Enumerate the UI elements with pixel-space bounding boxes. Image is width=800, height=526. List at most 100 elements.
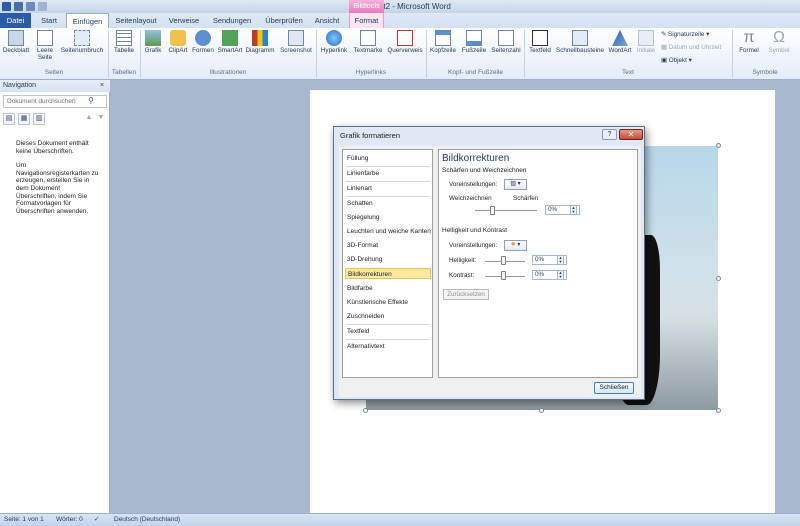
page-count[interactable]: Seite: 1 von 1 bbox=[4, 514, 44, 526]
globe-icon bbox=[326, 30, 342, 46]
navigation-title: Navigation bbox=[0, 80, 110, 92]
seitenzahl-button[interactable]: Seitenzahl bbox=[489, 30, 523, 54]
pages-view-icon[interactable]: ▦ bbox=[18, 113, 30, 125]
querverweis-button[interactable]: Querverweis bbox=[385, 30, 425, 54]
category-item[interactable]: Bildfarbe bbox=[347, 283, 373, 294]
category-item-selected[interactable]: Bildkorrekturen bbox=[345, 268, 431, 279]
group-hyperlinks: Hyperlinks bbox=[355, 69, 387, 76]
resize-handle[interactable] bbox=[539, 408, 544, 413]
category-item[interactable]: Linienfarbe bbox=[347, 168, 379, 179]
category-item[interactable]: Textfeld bbox=[347, 326, 369, 337]
presets-label: Voreinstellungen: bbox=[449, 181, 498, 188]
tab-datei[interactable]: Datei bbox=[0, 13, 31, 28]
contrast-slider[interactable] bbox=[501, 271, 506, 280]
quickparts-icon bbox=[572, 30, 588, 46]
datum-uhrzeit-button[interactable]: ▦ Datum und Uhrzeit bbox=[661, 44, 721, 51]
contrast-label: Kontrast: bbox=[449, 272, 475, 279]
schnellbausteine-button[interactable]: Schnellbausteine bbox=[555, 30, 605, 54]
seitenumbruch-button[interactable]: Seitenumbruch bbox=[58, 30, 106, 54]
category-item[interactable]: Künstlerische Effekte bbox=[347, 297, 408, 308]
chevron-down-icon: ▾ bbox=[517, 181, 521, 187]
tab-format[interactable]: Format bbox=[349, 13, 384, 28]
group-separator bbox=[426, 30, 427, 78]
tab-seitenlayout[interactable]: Seitenlayout bbox=[112, 13, 160, 28]
deckblatt-button[interactable]: Deckblatt bbox=[2, 30, 30, 54]
diagramm-button[interactable]: Diagramm bbox=[244, 30, 276, 54]
resize-handle[interactable] bbox=[363, 408, 368, 413]
tab-sendungen[interactable]: Sendungen bbox=[208, 13, 256, 28]
grafik-button[interactable]: Grafik bbox=[142, 30, 164, 54]
previous-arrow-icon[interactable]: ▲ bbox=[83, 113, 95, 125]
divider bbox=[346, 181, 430, 182]
omega-icon: Ω bbox=[773, 30, 785, 46]
language-status[interactable]: Deutsch (Deutschland) bbox=[114, 514, 180, 526]
category-item[interactable]: 3D-Drehung bbox=[347, 254, 382, 265]
tab-ansicht[interactable]: Ansicht bbox=[312, 13, 342, 28]
category-item[interactable]: Linienart bbox=[347, 183, 372, 194]
resize-handle[interactable] bbox=[716, 408, 721, 413]
results-view-icon[interactable]: ▥ bbox=[33, 113, 45, 125]
calendar-icon: ▦ bbox=[661, 44, 669, 51]
resize-handle[interactable] bbox=[716, 276, 721, 281]
group-separator bbox=[732, 30, 733, 78]
clipart-button[interactable]: ClipArt bbox=[166, 30, 190, 54]
word-count[interactable]: Wörter: 0 bbox=[56, 514, 83, 526]
category-item[interactable]: Leuchten und weiche Kanten bbox=[347, 226, 431, 237]
brightness-presets-dropdown[interactable]: ✹ ▾ bbox=[504, 240, 527, 251]
status-bar: Seite: 1 von 1 Wörter: 0 ✓ Deutsch (Deut… bbox=[0, 513, 800, 526]
chevron-down-icon: ▾ bbox=[517, 242, 521, 248]
soften-label: Weichzeichnen bbox=[449, 195, 492, 202]
textfeld-button[interactable]: Textfeld bbox=[526, 30, 554, 54]
next-arrow-icon[interactable]: ▼ bbox=[95, 113, 107, 125]
sharpness-slider[interactable] bbox=[490, 206, 495, 215]
category-item[interactable]: Alternativtext bbox=[347, 341, 385, 352]
formel-button[interactable]: π Formel bbox=[734, 30, 764, 54]
sharpen-presets-dropdown[interactable]: ▨ ▾ bbox=[504, 179, 527, 190]
category-item[interactable]: Spiegelung bbox=[347, 212, 380, 223]
signature-icon: ✎ bbox=[661, 31, 669, 38]
tab-start[interactable]: Start bbox=[34, 13, 64, 28]
tab-ueberpruefen[interactable]: Überprüfen bbox=[260, 13, 308, 28]
initiale-button[interactable]: Initiale bbox=[634, 30, 658, 54]
contrast-spinner[interactable]: ▲ ▼ bbox=[557, 270, 564, 280]
kopfzeile-button[interactable]: Kopfzeile bbox=[428, 30, 458, 54]
fusszeile-button[interactable]: Fußzeile bbox=[459, 30, 489, 54]
category-item[interactable]: Zuschneiden bbox=[347, 311, 384, 322]
smartart-button[interactable]: SmartArt bbox=[216, 30, 244, 54]
objekt-button[interactable]: ▣ Objekt ▾ bbox=[661, 57, 692, 64]
symbol-button[interactable]: Ω Symbol bbox=[764, 30, 794, 54]
textmarke-button[interactable]: Textmarke bbox=[351, 30, 385, 54]
category-item[interactable]: 3D-Format bbox=[347, 240, 378, 251]
category-item[interactable]: Füllung bbox=[347, 153, 368, 164]
screenshot-button[interactable]: Screenshot bbox=[277, 30, 315, 54]
divider bbox=[346, 166, 430, 167]
category-item[interactable]: Schatten bbox=[347, 198, 373, 209]
leere-seite-button[interactable]: Leere Seite bbox=[32, 30, 58, 61]
footer-icon bbox=[466, 30, 482, 46]
brightness-slider[interactable] bbox=[501, 256, 506, 265]
headings-view-icon[interactable]: ▤ bbox=[3, 113, 15, 125]
formen-button[interactable]: Formen bbox=[191, 30, 215, 54]
tab-einfuegen[interactable]: Einfügen bbox=[66, 13, 109, 28]
close-icon[interactable]: ✕ bbox=[619, 129, 643, 140]
section-title: Bildkorrekturen bbox=[442, 153, 510, 164]
tabelle-button[interactable]: Tabelle bbox=[110, 30, 138, 54]
resize-handle[interactable] bbox=[716, 143, 721, 148]
category-list: Füllung Linienfarbe Linienart Schatten S… bbox=[342, 149, 433, 378]
proofing-icon[interactable]: ✓ bbox=[94, 514, 99, 526]
close-icon[interactable]: × bbox=[100, 80, 104, 92]
wordart-button[interactable]: WordArt bbox=[606, 30, 634, 54]
close-button[interactable]: Schließen bbox=[594, 382, 634, 394]
help-button[interactable]: ? bbox=[602, 129, 617, 140]
picture-icon bbox=[145, 30, 161, 46]
pi-icon: π bbox=[743, 30, 755, 46]
sharpness-spinner[interactable]: ▲ ▼ bbox=[570, 205, 577, 215]
textbox-icon bbox=[532, 30, 548, 46]
dialog-title: Grafik formatieren bbox=[340, 131, 401, 140]
brightness-spinner[interactable]: ▲ ▼ bbox=[557, 255, 564, 265]
reset-button[interactable]: Zurücksetzen bbox=[443, 289, 489, 300]
search-icon[interactable]: ⚲ bbox=[88, 96, 94, 105]
hyperlink-button[interactable]: Hyperlink bbox=[318, 30, 350, 54]
tab-verweise[interactable]: Verweise bbox=[165, 13, 203, 28]
signaturzeile-button[interactable]: ✎ Signaturzeile ▾ bbox=[661, 31, 709, 38]
